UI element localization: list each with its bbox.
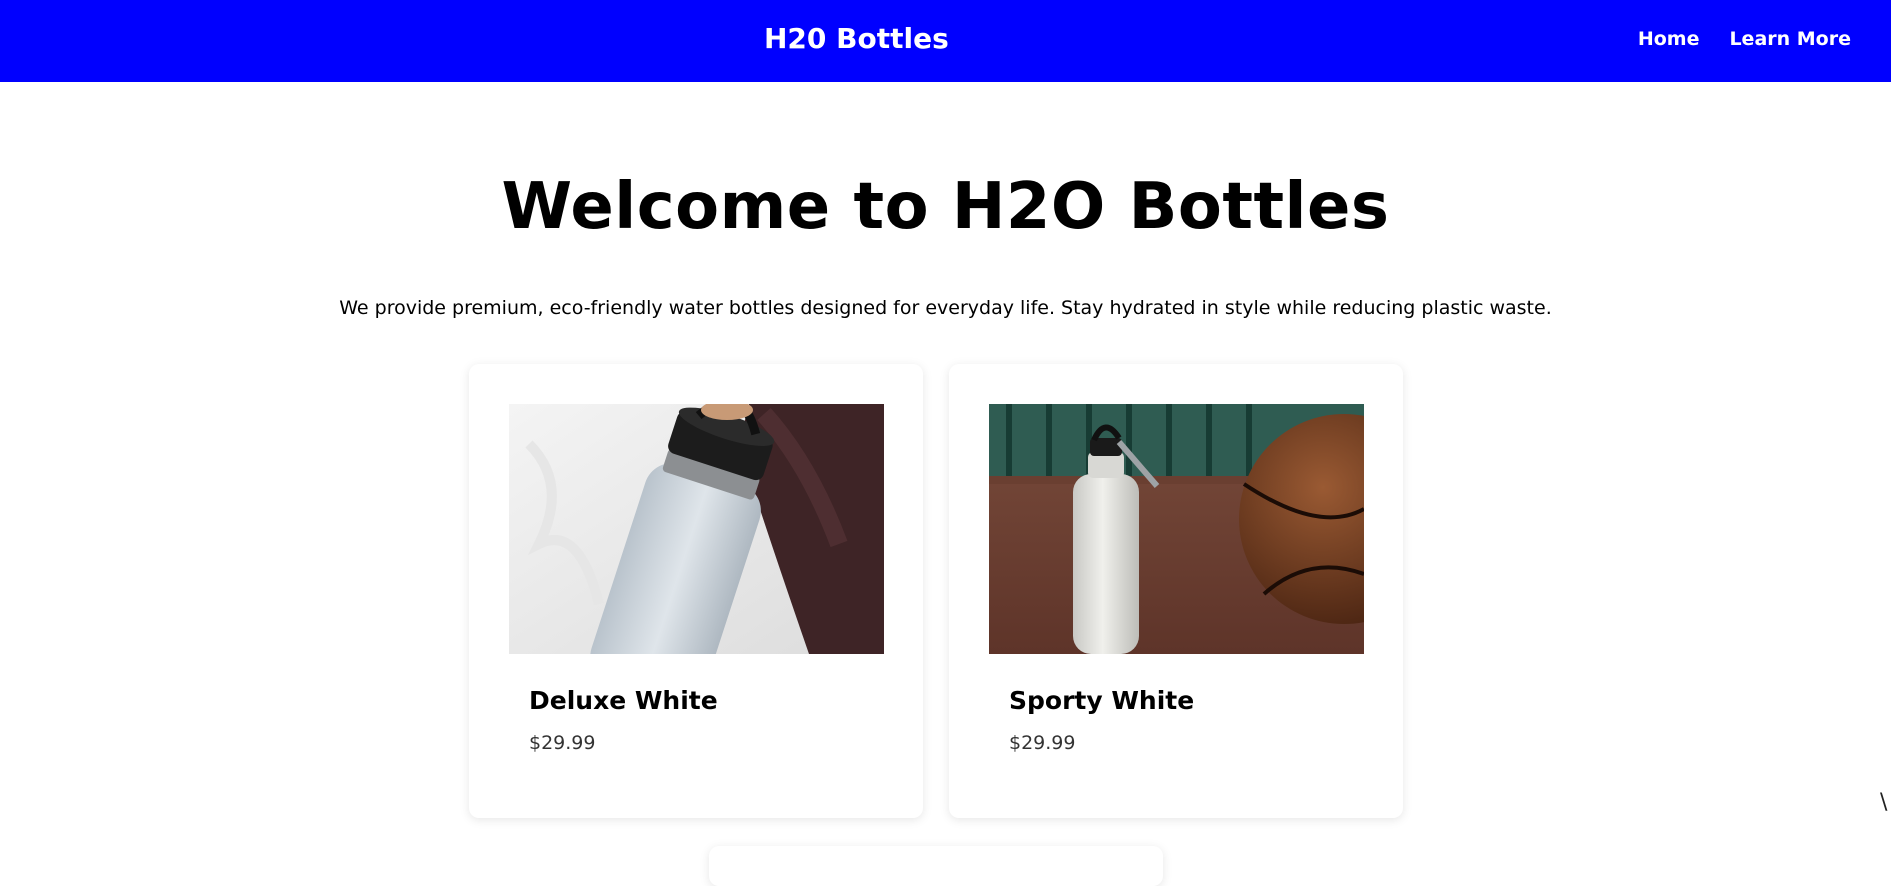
page-title: Welcome to H2O Bottles [501,170,1390,244]
product-card-partial[interactable] [709,846,1163,886]
product-price: $29.99 [1009,732,1076,754]
navbar: H20 Bottles Home Learn More [0,0,1891,82]
nav-link-home[interactable]: Home [1638,28,1700,50]
brand-title[interactable]: H20 Bottles [764,22,949,55]
edge-glyph: \ [1880,790,1888,815]
nav-link-learn-more[interactable]: Learn More [1729,28,1851,50]
product-name: Deluxe White [529,686,718,715]
product-card-sporty-white[interactable]: Sporty White $29.99 [949,364,1403,818]
hero-description: We provide premium, eco-friendly water b… [339,297,1552,319]
product-image-deluxe-white [509,404,884,654]
product-image-sporty-white [989,404,1364,654]
product-card-deluxe-white[interactable]: Deluxe White $29.99 [469,364,923,818]
nav-links: Home Learn More [1638,28,1851,50]
product-price: $29.99 [529,732,596,754]
product-name: Sporty White [1009,686,1195,715]
